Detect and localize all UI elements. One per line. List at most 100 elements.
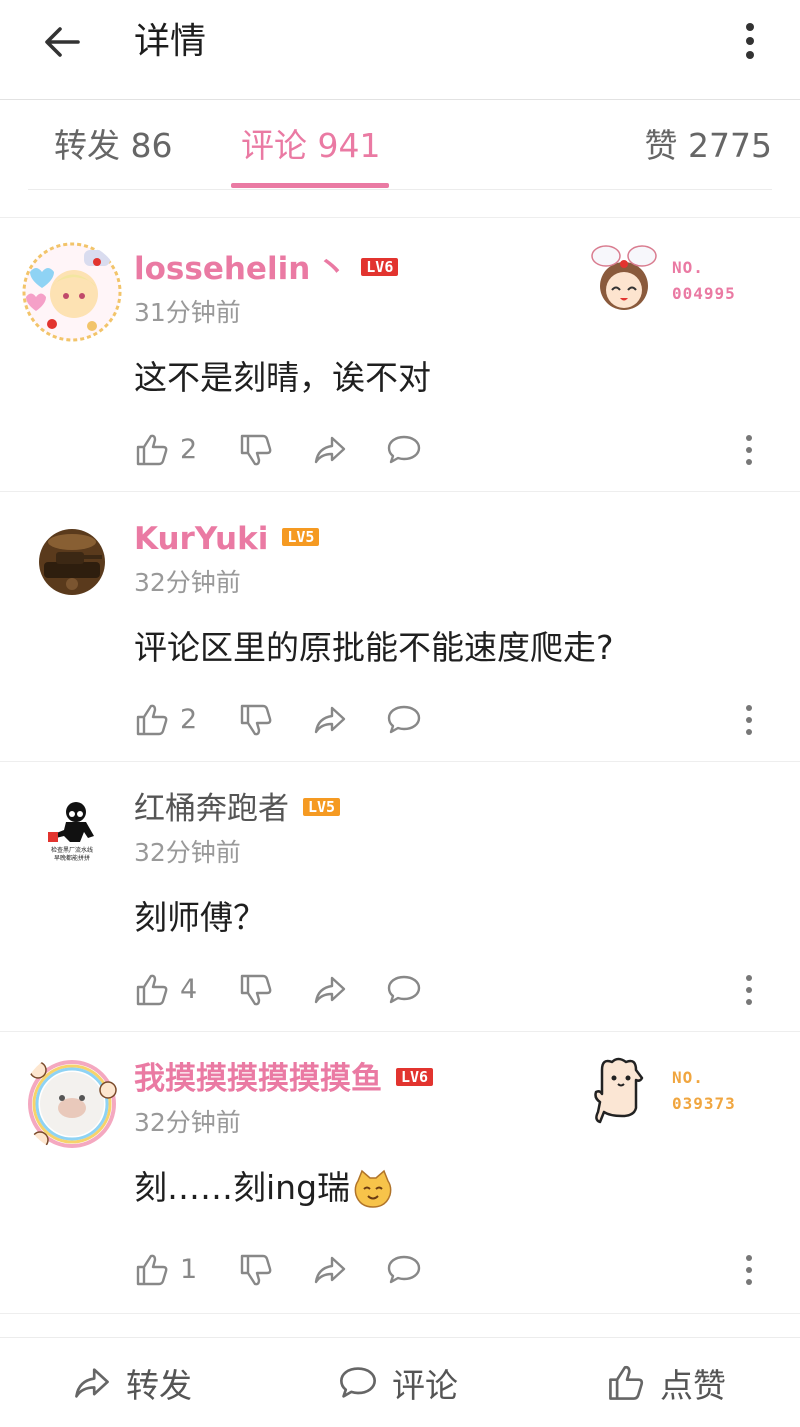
comment-button[interactable]: 评论 [338, 1360, 458, 1406]
comment-username[interactable]: 红桶奔跑者 LV5 [134, 788, 341, 830]
tabs-divider [28, 189, 772, 190]
like-button[interactable]: 2 [134, 698, 197, 742]
medal-number: 004995 [672, 284, 736, 303]
comment-actions: 4 [134, 968, 774, 1012]
username-text: 我摸摸摸摸摸摸鱼 [134, 1061, 382, 1097]
comment-time: 32分钟前 [134, 838, 241, 867]
share-arrow-icon [314, 976, 346, 1004]
comment-more-icon[interactable] [734, 968, 764, 1012]
thumbs-down-icon [240, 974, 272, 1006]
comment-more-icon[interactable] [734, 428, 764, 472]
thumbs-up-icon [136, 704, 168, 736]
thumbs-down-icon [240, 434, 272, 466]
app-bar: 详情 [0, 0, 800, 100]
comment-time: 32分钟前 [134, 568, 241, 597]
share-arrow-icon [314, 706, 346, 734]
comment-item: 检查黑厂流水线 早晚都能拼拼 红桶奔跑者 LV5 32分钟前 刻师傅？ 4 [0, 762, 800, 1032]
dislike-button[interactable] [238, 428, 274, 472]
speech-bubble-icon [387, 435, 421, 464]
comment-content[interactable]: 刻……刻ing瑞 [134, 1165, 394, 1211]
tab-comments[interactable]: 评论 941 [241, 124, 380, 168]
medal-no-label: NO. [672, 258, 704, 277]
medal-no-label: NO. [672, 1068, 704, 1087]
share-arrow-icon [75, 1368, 109, 1398]
share-arrow-icon [314, 1256, 346, 1284]
username-text: KurYuki [134, 521, 269, 557]
like-button[interactable]: 1 [134, 1248, 197, 1292]
share-button[interactable] [312, 968, 348, 1012]
thumbs-up-icon [136, 434, 168, 466]
like-post-button[interactable]: 点赞 [606, 1360, 726, 1406]
comment-actions: 2 [134, 698, 774, 742]
like-label: 点赞 [660, 1366, 726, 1405]
speech-bubble-icon [387, 1255, 421, 1284]
avatar[interactable] [22, 242, 122, 342]
fan-medal[interactable]: NO. 039373 [586, 1052, 756, 1132]
back-arrow-icon[interactable] [40, 20, 84, 64]
thumbs-up-icon [136, 1254, 168, 1286]
username-suffix: 丶 [316, 251, 348, 287]
level-badge: LV6 [396, 1067, 434, 1086]
dislike-button[interactable] [238, 1248, 274, 1292]
bottom-action-bar: 转发 评论 点赞 [0, 1337, 800, 1427]
avatar-caption-1: 检查黑厂流水线 [51, 846, 93, 854]
avatar[interactable]: 检查黑厂流水线 早晚都能拼拼 [22, 782, 122, 882]
level-badge: LV6 [361, 257, 399, 276]
comment-time: 32分钟前 [134, 1108, 241, 1137]
reply-button[interactable] [386, 698, 422, 742]
reply-button[interactable] [386, 1248, 422, 1292]
tab-bar: 转发 86 评论 941 赞 2775 [0, 100, 800, 218]
like-count: 2 [180, 704, 198, 735]
comment-content[interactable]: 这不是刻晴，诶不对 [134, 355, 431, 401]
comment-more-icon[interactable] [734, 1248, 764, 1292]
avatar-caption-2: 早晚都能拼拼 [54, 854, 90, 862]
speech-bubble-icon [340, 1367, 376, 1398]
reply-button[interactable] [386, 428, 422, 472]
more-vertical-icon[interactable] [730, 18, 770, 66]
active-tab-indicator [231, 183, 389, 188]
comment-actions: 2 [134, 428, 774, 472]
cat-emoji-icon [354, 1169, 392, 1208]
comment-item: 我摸摸摸摸摸摸鱼 LV6 32分钟前 刻……刻ing瑞 NO. 039373 1 [0, 1032, 800, 1314]
fan-medal-icon [591, 245, 657, 310]
username-text: lossehelin [134, 251, 311, 287]
comment-content-text: 刻……刻ing瑞 [134, 1168, 351, 1207]
comment-more-icon[interactable] [734, 698, 764, 742]
share-button[interactable] [312, 698, 348, 742]
like-button[interactable]: 4 [134, 968, 197, 1012]
share-button[interactable] [312, 1248, 348, 1292]
comment-label: 评论 [392, 1366, 458, 1405]
reply-button[interactable] [386, 968, 422, 1012]
tab-reposts[interactable]: 转发 86 [54, 124, 172, 168]
comment-content[interactable]: 刻师傅？ [134, 895, 266, 941]
thumbs-up-icon [136, 974, 168, 1006]
fan-medal[interactable]: NO. 004995 [586, 242, 756, 322]
like-button[interactable]: 2 [134, 428, 197, 472]
speech-bubble-icon [387, 975, 421, 1004]
comment-item: KurYuki LV5 32分钟前 评论区里的原批能不能速度爬走? 2 [0, 492, 800, 762]
comment-time: 31分钟前 [134, 298, 241, 327]
thumbs-down-icon [240, 704, 272, 736]
tab-likes[interactable]: 赞 2775 [645, 124, 772, 168]
comment-content[interactable]: 评论区里的原批能不能速度爬走? [134, 625, 614, 671]
fan-medal-icon [594, 1057, 644, 1124]
repost-label: 转发 [126, 1366, 192, 1405]
comment-username[interactable]: KurYuki LV5 [134, 518, 320, 560]
page-title: 详情 [134, 21, 207, 62]
avatar[interactable] [22, 1052, 122, 1152]
repost-button[interactable]: 转发 [72, 1360, 192, 1406]
level-badge: LV5 [303, 797, 341, 816]
speech-bubble-icon [387, 705, 421, 734]
dislike-button[interactable] [238, 968, 274, 1012]
level-badge: LV5 [282, 527, 320, 546]
comment-item: lossehelin 丶 LV6 31分钟前 这不是刻晴，诶不对 NO. 00499… [0, 222, 800, 492]
share-button[interactable] [312, 428, 348, 472]
dislike-button[interactable] [238, 698, 274, 742]
like-count: 2 [180, 434, 198, 465]
comment-username[interactable]: lossehelin 丶 LV6 [134, 248, 399, 290]
thumbs-down-icon [240, 1254, 272, 1286]
username-text: 红桶奔跑者 [134, 791, 289, 827]
like-count: 4 [180, 974, 198, 1005]
avatar[interactable] [22, 512, 122, 612]
comment-username[interactable]: 我摸摸摸摸摸摸鱼 LV6 [134, 1058, 434, 1100]
